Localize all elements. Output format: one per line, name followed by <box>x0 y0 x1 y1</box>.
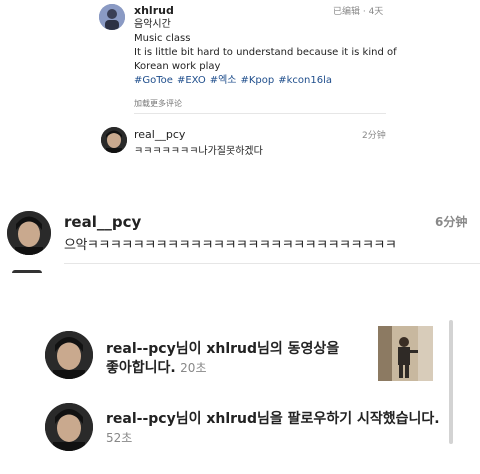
hashtag-link[interactable]: #kcon16la <box>278 75 332 86</box>
comment-time: 6分钟 <box>435 215 468 229</box>
notification-time: 20초 <box>180 361 207 375</box>
notification-message: 좋아합니다. <box>106 360 176 376</box>
notification-username[interactable]: real--pcy <box>106 411 176 427</box>
divider <box>64 263 480 264</box>
notification-message: 님이 xhlrud님의 동영상을 <box>175 341 340 357</box>
comment-text: ㅋㅋㅋㅋㅋㅋㅋ나가질못하겠다 <box>134 146 263 157</box>
post-caption: 음악시간 Music class It is little bit hard t… <box>134 18 397 88</box>
caption-line: Music class <box>134 33 191 44</box>
notification-text: real--pcy님이 xhlrud님의 동영상을 좋아합니다. 20초 <box>106 340 339 378</box>
divider <box>134 113 386 114</box>
notification-avatar[interactable] <box>45 331 93 379</box>
caption-line: It is little bit hard to understand beca… <box>134 47 397 58</box>
notification-text: real--pcy님이 xhlrud님을 팔로우하기 시작했습니다. 52초 <box>106 410 440 448</box>
scrollbar[interactable] <box>449 320 453 444</box>
hashtag-link[interactable]: #EXO <box>177 75 206 86</box>
video-thumbnail[interactable] <box>378 326 433 381</box>
hashtag-link[interactable]: #GoToe <box>134 75 173 86</box>
post-author-avatar[interactable] <box>99 4 125 30</box>
notification-avatar[interactable] <box>45 403 93 451</box>
commenter-avatar[interactable] <box>101 127 127 153</box>
notification-username[interactable]: real--pcy <box>106 341 176 357</box>
load-more-comments-link[interactable]: 加载更多评论 <box>134 98 182 109</box>
caption-line: Korean work play <box>134 61 221 72</box>
comment-username[interactable]: real__pcy <box>64 213 141 231</box>
post-hashtags: #GoToe #EXO #엑소 #Kpop #kcon16la <box>134 74 394 88</box>
comment-text: 으악ㅋㅋㅋㅋㅋㅋㅋㅋㅋㅋㅋㅋㅋㅋㅋㅋㅋㅋㅋㅋㅋㅋㅋㅋㅋㅋㅋ <box>64 238 397 253</box>
hashtag-link[interactable]: #엑소 <box>210 75 237 86</box>
hashtag-link[interactable]: #Kpop <box>241 75 275 86</box>
notification-message: 님이 xhlrud님을 팔로우하기 시작했습니다. <box>175 411 440 427</box>
commenter-avatar[interactable] <box>7 211 51 255</box>
next-row-avatar-edge <box>12 270 42 273</box>
comment-time: 2分钟 <box>362 131 386 141</box>
notification-time: 52초 <box>106 431 133 445</box>
caption-line: 음악시간 <box>134 19 171 30</box>
comment-username[interactable]: real__pcy <box>134 128 185 141</box>
post-edited-time: 已编辑 · 4天 <box>333 7 384 17</box>
post-author-username[interactable]: xhlrud <box>134 4 174 17</box>
